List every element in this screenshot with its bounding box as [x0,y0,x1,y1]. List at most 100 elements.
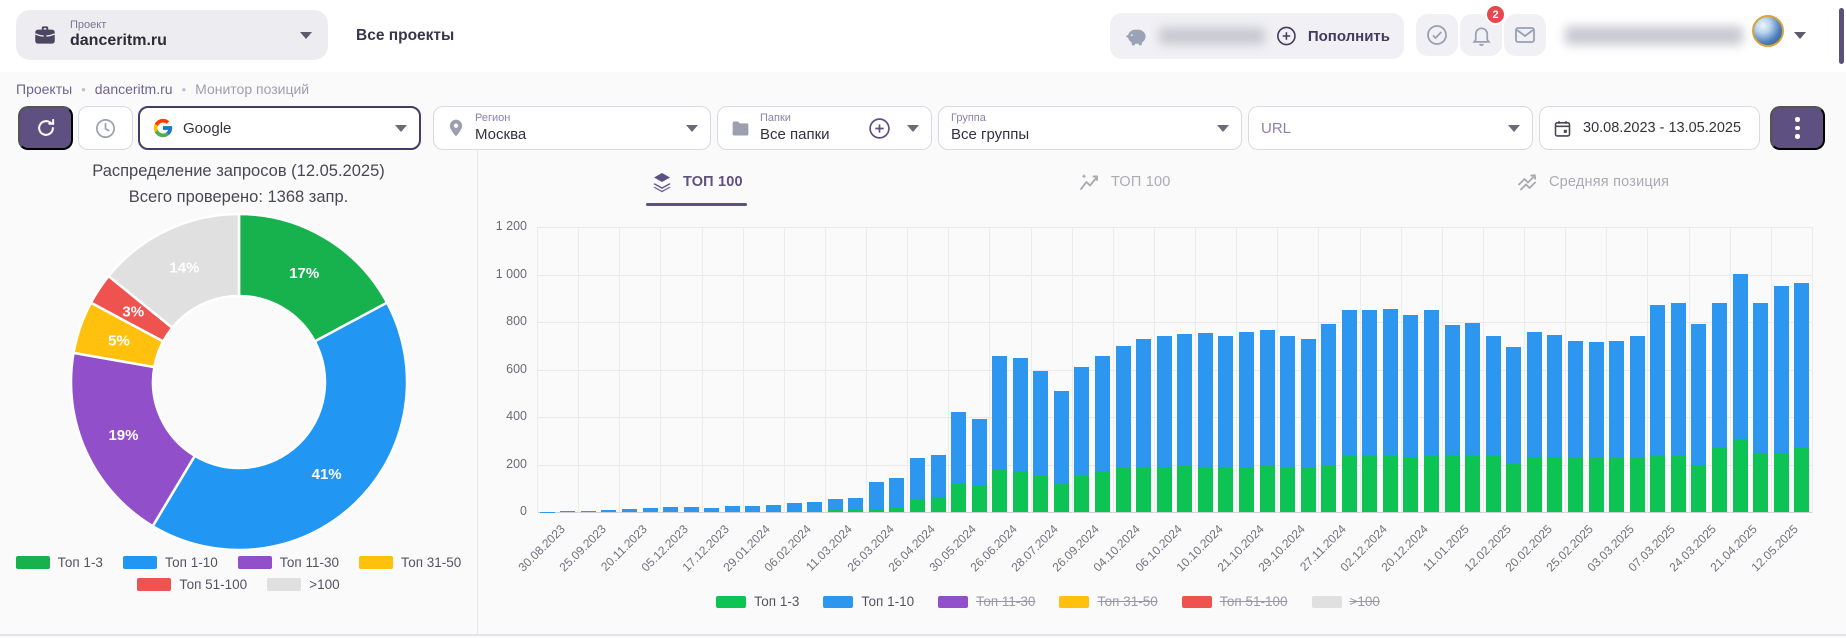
bar-segment-Топ 1-3[interactable] [1218,467,1233,512]
bar-segment-Топ 1-10[interactable] [1095,356,1110,471]
legend-item-Топ 1-3[interactable]: Топ 1-3 [16,555,103,570]
bar-segment-Топ 1-3[interactable] [992,470,1007,512]
history-button[interactable] [78,106,133,150]
bar-segment-Топ 1-3[interactable] [869,509,884,512]
bar-segment-Топ 1-10[interactable] [1013,358,1028,472]
bar-segment-Топ 1-3[interactable] [1383,455,1398,512]
bar-segment-Топ 1-10[interactable] [972,419,987,486]
bar-segment-Топ 1-10[interactable] [601,510,616,512]
breadcrumb-project-name[interactable]: danceritm.ru [95,81,173,97]
bar-segment-Топ 1-10[interactable] [1033,371,1048,476]
bar-segment-Топ 1-3[interactable] [972,485,987,512]
bar-segment-Топ 1-10[interactable] [581,511,596,512]
legend-item-Топ 11-30[interactable]: Топ 11-30 [238,555,339,570]
bar-segment-Топ 1-10[interactable] [663,507,678,512]
bar-segment-Топ 1-10[interactable] [1733,274,1748,439]
messages-button[interactable] [1504,14,1546,56]
bar-segment-Топ 1-10[interactable] [1671,303,1686,456]
bar-segment-Топ 1-10[interactable] [1136,339,1151,467]
bar-segment-Топ 1-3[interactable] [1671,456,1686,512]
bar-segment-Топ 1-3[interactable] [1445,455,1460,512]
bar-segment-Топ 1-3[interactable] [1589,458,1604,512]
bar-segment-Топ 1-10[interactable] [1753,303,1768,454]
bar-segment-Топ 1-10[interactable] [848,498,863,509]
bar-segment-Топ 1-3[interactable] [787,511,802,512]
bar-segment-Топ 1-10[interactable] [1383,309,1398,455]
bar-segment-Топ 1-3[interactable] [1321,466,1336,512]
bar-segment-Топ 1-10[interactable] [1157,336,1172,467]
bar-segment-Топ 1-10[interactable] [1054,391,1069,484]
bar-segment-Топ 1-10[interactable] [1198,333,1213,466]
bar-segment-Топ 1-10[interactable] [745,506,760,512]
bar-segment-Топ 1-3[interactable] [1239,467,1254,512]
bar-segment-Топ 1-3[interactable] [1033,476,1048,512]
legend-item-Топ 11-30[interactable]: Топ 11-30 [938,594,1035,609]
more-options-button[interactable] [1770,106,1825,150]
bar-segment-Топ 1-3[interactable] [1342,455,1357,512]
add-folder-icon[interactable] [867,116,892,141]
bar-segment-Топ 1-10[interactable] [910,458,925,499]
bar-segment-Топ 1-10[interactable] [1650,305,1665,455]
bar-segment-Топ 1-3[interactable] [1301,468,1316,512]
bar-segment-Топ 1-3[interactable] [1753,454,1768,512]
bar-segment-Топ 1-10[interactable] [1074,367,1089,476]
bar-segment-Топ 1-10[interactable] [1403,315,1418,458]
bar-segment-Топ 1-10[interactable] [766,505,781,511]
bar-segment-Топ 1-10[interactable] [1239,332,1254,467]
bar-segment-Топ 1-3[interactable] [1116,468,1131,512]
bar-segment-Топ 1-10[interactable] [1691,324,1706,465]
bar-segment-Топ 1-3[interactable] [1630,458,1645,512]
bar-segment-Топ 1-10[interactable] [1321,324,1336,465]
bar-segment-Топ 1-3[interactable] [1547,457,1562,512]
bar-segment-Топ 1-3[interactable] [1712,448,1727,512]
bar-segment-Топ 1-10[interactable] [1342,310,1357,455]
bar-segment-Топ 1-10[interactable] [1712,303,1727,448]
bar-segment-Топ 1-10[interactable] [1609,341,1624,457]
bar-segment-Топ 1-10[interactable] [1506,347,1521,464]
bar-segment-Топ 1-10[interactable] [622,509,637,512]
bar-segment-Топ 1-3[interactable] [1486,455,1501,512]
bar-segment-Топ 1-10[interactable] [1260,330,1275,466]
bar-segment-Топ 1-3[interactable] [1136,467,1151,512]
bar-segment-Топ 1-3[interactable] [807,511,822,512]
breadcrumb-projects[interactable]: Проекты [16,81,72,97]
bar-segment-Топ 1-3[interactable] [1074,475,1089,512]
bar-segment-Топ 1-10[interactable] [1568,341,1583,458]
bar-segment-Топ 1-3[interactable] [1157,467,1172,512]
bar-segment-Топ 1-3[interactable] [1095,472,1110,512]
bar-segment-Топ 1-10[interactable] [951,412,966,483]
bar-segment-Топ 1-3[interactable] [1609,458,1624,512]
bar-segment-Топ 1-3[interactable] [1465,455,1480,512]
bar-segment-Топ 1-3[interactable] [1260,466,1275,512]
project-selector[interactable]: Проект danceritm.ru [16,10,328,60]
bar-segment-Топ 1-10[interactable] [1177,334,1192,467]
bar-segment-Топ 1-10[interactable] [1774,286,1789,452]
tasks-check-button[interactable] [1416,14,1458,56]
refresh-button[interactable] [18,106,73,150]
date-range-picker[interactable]: 30.08.2023 - 13.05.2025 [1539,106,1760,150]
bar-segment-Топ 1-10[interactable] [684,507,699,512]
legend-item-Топ 1-10[interactable]: Топ 1-10 [123,555,218,570]
group-select[interactable]: Группа Все группы [938,106,1242,150]
legend-item-Топ 31-50[interactable]: Топ 31-50 [359,555,461,570]
bar-segment-Топ 1-3[interactable] [951,483,966,512]
bar-segment-Топ 1-10[interactable] [704,508,719,512]
bar-segment-Топ 1-10[interactable] [1218,336,1233,467]
bar-segment-Топ 1-3[interactable] [931,497,946,512]
bar-segment-Топ 1-3[interactable] [1650,455,1665,512]
bar-segment-Топ 1-10[interactable] [1486,336,1501,455]
bar-segment-Топ 1-10[interactable] [1527,332,1542,458]
legend-item-Топ 1-3[interactable]: Топ 1-3 [716,594,799,609]
bar-segment-Топ 1-10[interactable] [1280,336,1295,468]
tab-top100-stacked[interactable]: ТОП 100 [650,166,743,198]
url-select[interactable]: URL [1248,106,1533,150]
bar-segment-Топ 1-10[interactable] [560,511,575,512]
bar-segment-Топ 1-10[interactable] [1362,310,1377,455]
tab-top100-line[interactable]: ТОП 100 [1078,166,1171,198]
bar-segment-Топ 1-10[interactable] [1547,335,1562,458]
bar-segment-Топ 1-10[interactable] [1630,336,1645,458]
all-projects-link[interactable]: Все проекты [356,0,454,72]
bar-segment-Топ 1-10[interactable] [1794,283,1809,447]
bar-segment-Топ 1-10[interactable] [931,455,946,498]
folders-select[interactable]: Папки Все папки [717,106,932,150]
